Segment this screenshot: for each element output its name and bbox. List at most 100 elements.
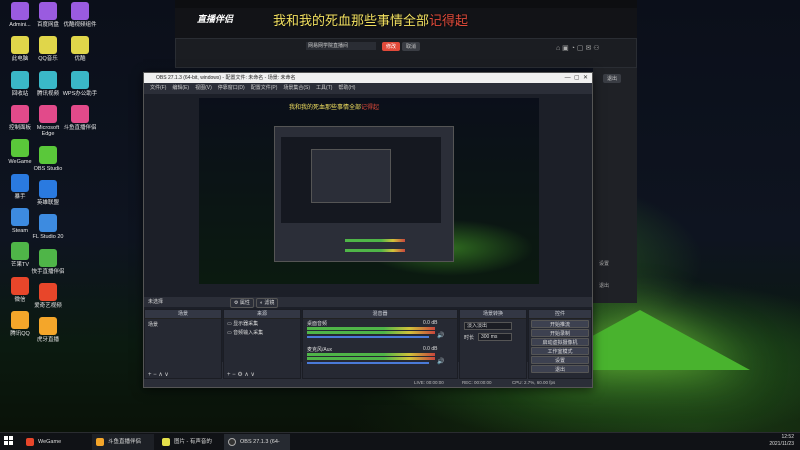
properties-button[interactable]: ⚙ 属性	[230, 298, 254, 308]
nested-obs-window	[274, 126, 454, 262]
desktop-icon[interactable]: 英雄联盟	[30, 179, 66, 206]
taskbar-item-douyu[interactable]: 斗鱼直播伴侣	[92, 434, 154, 450]
sources-title: 来源	[224, 310, 300, 319]
speaker-icon[interactable]: 🔊	[437, 332, 444, 339]
desktop-icon[interactable]: QQ音乐	[30, 36, 66, 62]
mixer-title: 混音器	[303, 310, 457, 319]
source-item[interactable]: ▭ 显示器采集	[224, 319, 300, 328]
room-title-field[interactable]: 网易网学院直播间	[306, 42, 376, 50]
menu-item[interactable]: 视图(V)	[195, 85, 212, 91]
desktop-icon[interactable]: 优酷视频组件	[62, 2, 98, 28]
virtual-camera-button[interactable]: 启动虚拟摄像机	[531, 338, 589, 346]
mixer-track-level: 0.0 dB	[423, 320, 438, 326]
app-icon	[71, 2, 89, 20]
exit-button[interactable]: 退出	[531, 365, 589, 373]
app-icon	[71, 104, 89, 123]
menu-item[interactable]: 帮助(H)	[338, 85, 355, 91]
obs-menubar: 文件(F) 编辑(E) 视图(V) 停靠窗口(D) 配置文件(P) 场景集合(S) 工具(T…	[144, 83, 592, 93]
nested-meter-2	[345, 249, 405, 252]
desktop-icon[interactable]: 快手直播伴侣	[30, 248, 66, 275]
duration-label: 时长	[464, 335, 475, 341]
desktop-icon[interactable]: OBS Studio	[30, 145, 66, 172]
system-clock[interactable]: 12:52 2021/11/23	[740, 434, 794, 448]
scene-item[interactable]: 场景	[145, 319, 221, 330]
menu-item[interactable]: 编辑(E)	[172, 85, 189, 91]
speaker-icon[interactable]: 🔊	[437, 358, 444, 365]
desktop-icons-col2: 百度网盘 QQ音乐腾讯视频 Microsoft Edge OBS Studio 英雄联盟…	[30, 2, 66, 351]
desktop-icon[interactable]: 优酷	[62, 36, 98, 62]
mixer-track-level: 0.0 dB	[423, 346, 438, 352]
douyu-room-panel: 网易网学院直播间 修改 取消 ⌂ ▣ ◔ ▢ ✉ ⚇	[175, 38, 637, 68]
side-exit-button[interactable]: 退出	[603, 74, 622, 83]
obs-titlebar[interactable]: OBS 27.1.3 (64-bit, windows) - 配置文件: 未命名…	[144, 73, 592, 83]
app-icon	[71, 70, 89, 89]
volume-slider[interactable]	[307, 362, 429, 364]
cpu-status: CPU: 2.7%, 60.00 fps	[512, 380, 556, 385]
desktop-icon[interactable]: Microsoft Edge	[30, 104, 66, 138]
preview-canvas: 我和我的死血那些事情全部记得起	[199, 98, 539, 284]
desktop-icon-label: 百度网盘	[36, 22, 59, 28]
side-settings-label[interactable]: 设置	[599, 260, 609, 267]
app-icon	[39, 2, 57, 20]
app-icon	[11, 242, 29, 261]
desktop-icon[interactable]: 虎牙直播	[30, 317, 66, 343]
obs-title-text: OBS 27.1.3 (64-bit, windows) - 配置文件: 未命名…	[156, 75, 296, 81]
app-icon	[11, 139, 29, 158]
app-icon	[11, 2, 29, 20]
controls-dock: 控件 开始推流 开始录制 启动虚拟摄像机 工作室模式 设置 退出	[528, 309, 592, 379]
start-recording-button[interactable]: 开始录制	[531, 329, 589, 337]
duration-input[interactable]: 300 ms	[478, 333, 512, 341]
app-icon	[11, 173, 29, 192]
app-icon	[11, 276, 29, 295]
sources-dock: 来源 ▭ 显示器采集 ▭ 音频输入采集 + − ⚙ ∧ ∨	[223, 309, 301, 379]
side-exit-label[interactable]: 退出	[599, 282, 609, 289]
menu-item[interactable]: 停靠窗口(D)	[218, 85, 245, 91]
taskbar-item-obs[interactable]: OBS 27.1.3 (64-bit)...	[224, 434, 290, 450]
app-icon	[39, 317, 57, 336]
desktop-icon-label: 快手直播伴侣	[31, 268, 65, 275]
menu-item[interactable]: 场景集合(S)	[283, 85, 310, 91]
window-controls[interactable]: — ▢ ✕	[565, 73, 588, 83]
app-icon	[39, 145, 57, 164]
desktop-icon[interactable]: 斗鱼直播伴侣	[62, 104, 98, 131]
nested-nested-obs	[311, 149, 391, 203]
desktop-icon-label: FL Studio 20	[32, 234, 64, 241]
studio-mode-button[interactable]: 工作室模式	[531, 347, 589, 355]
transition-select[interactable]: 淡入淡出	[464, 322, 512, 330]
app-icon	[39, 36, 57, 55]
start-streaming-button[interactable]: 开始推流	[531, 320, 589, 328]
sources-buttons[interactable]: + − ⚙ ∧ ∨	[227, 371, 255, 378]
preview-title-overlay: 我和我的死血那些事情全部记得起	[289, 105, 380, 111]
menu-item[interactable]: 配置文件(P)	[251, 85, 278, 91]
modify-button[interactable]: 修改	[382, 42, 401, 51]
obs-window[interactable]: OBS 27.1.3 (64-bit, windows) - 配置文件: 未命名…	[143, 72, 593, 388]
desktop-icon[interactable]: WPS办公助手	[62, 70, 98, 97]
cancel-button[interactable]: 取消	[402, 42, 421, 51]
scenes-buttons[interactable]: + − ∧ ∨	[148, 371, 169, 378]
desktop-icon[interactable]: 爱奇艺视频	[30, 282, 66, 309]
taskbar-item-wegame[interactable]: WeGame	[22, 434, 88, 450]
rec-status: REC: 00:00:00	[462, 380, 492, 385]
taskbar-item-image[interactable]: 图片 - 有声音的Br...	[158, 434, 220, 450]
desktop-icon-label: WPS办公助手	[62, 90, 98, 97]
desktop-icon[interactable]: FL Studio 20	[30, 214, 66, 240]
app-icon	[39, 248, 57, 267]
filters-button[interactable]: ◐ 滤镜	[256, 298, 279, 308]
menu-item[interactable]: 工具(T)	[316, 85, 332, 91]
start-button[interactable]	[4, 436, 14, 446]
transitions-dock: 场景转换 淡入淡出 时长 300 ms	[459, 309, 527, 379]
source-item[interactable]: ▭ 音频输入采集	[224, 328, 300, 337]
stream-title-overlay: 我和我的死血那些事情全部记得起	[273, 13, 469, 28]
desktop-icon[interactable]: 腾讯视频	[30, 70, 66, 97]
volume-slider[interactable]	[307, 336, 429, 338]
controls-title: 控件	[529, 310, 591, 319]
nested-meter-1	[345, 239, 405, 242]
app-icon	[11, 70, 29, 89]
app-icon	[39, 104, 57, 123]
desktop-icon[interactable]: 百度网盘	[30, 2, 66, 28]
obs-icon	[228, 438, 236, 446]
desktop-icon-label: 虎牙直播	[36, 337, 59, 344]
desktop-icon-label: 英雄联盟	[36, 199, 59, 206]
settings-button[interactable]: 设置	[531, 356, 589, 364]
menu-item[interactable]: 文件(F)	[150, 85, 166, 91]
